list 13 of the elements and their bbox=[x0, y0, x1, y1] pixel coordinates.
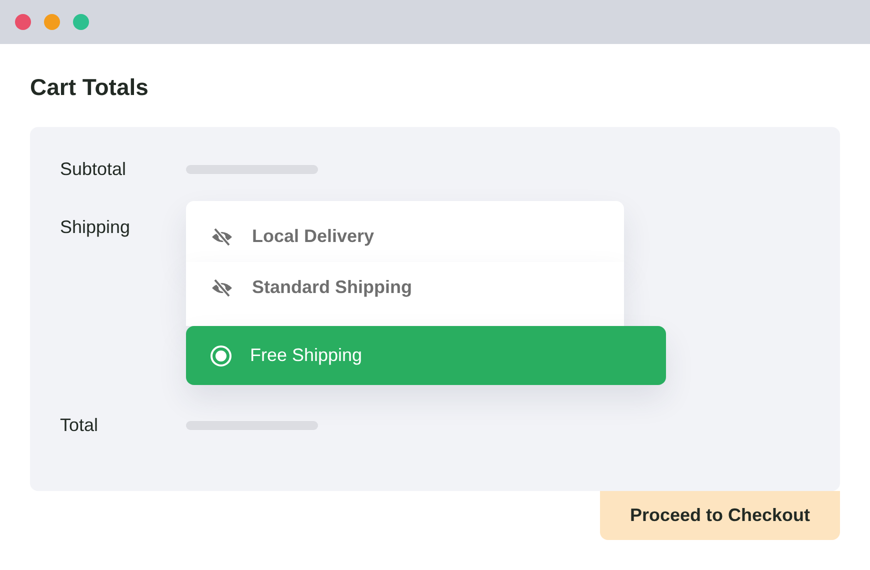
row-label: Subtotal bbox=[60, 158, 128, 181]
window-control[interactable] bbox=[15, 14, 31, 30]
shipping-option[interactable]: Free Shipping bbox=[186, 326, 666, 385]
checkout-button[interactable]: Proceed to Checkout bbox=[600, 491, 840, 540]
shipping-option[interactable]: Standard Shipping bbox=[186, 262, 624, 326]
row-label: Total bbox=[60, 414, 100, 437]
window-control[interactable] bbox=[44, 14, 60, 30]
window-control[interactable] bbox=[73, 14, 89, 30]
shipping-option[interactable]: Local Delivery bbox=[186, 201, 624, 262]
page-title: Cart Totals bbox=[30, 73, 150, 102]
row-label: Shipping bbox=[60, 216, 132, 239]
eye-off-icon bbox=[210, 226, 234, 246]
eye-off-icon bbox=[210, 278, 234, 298]
